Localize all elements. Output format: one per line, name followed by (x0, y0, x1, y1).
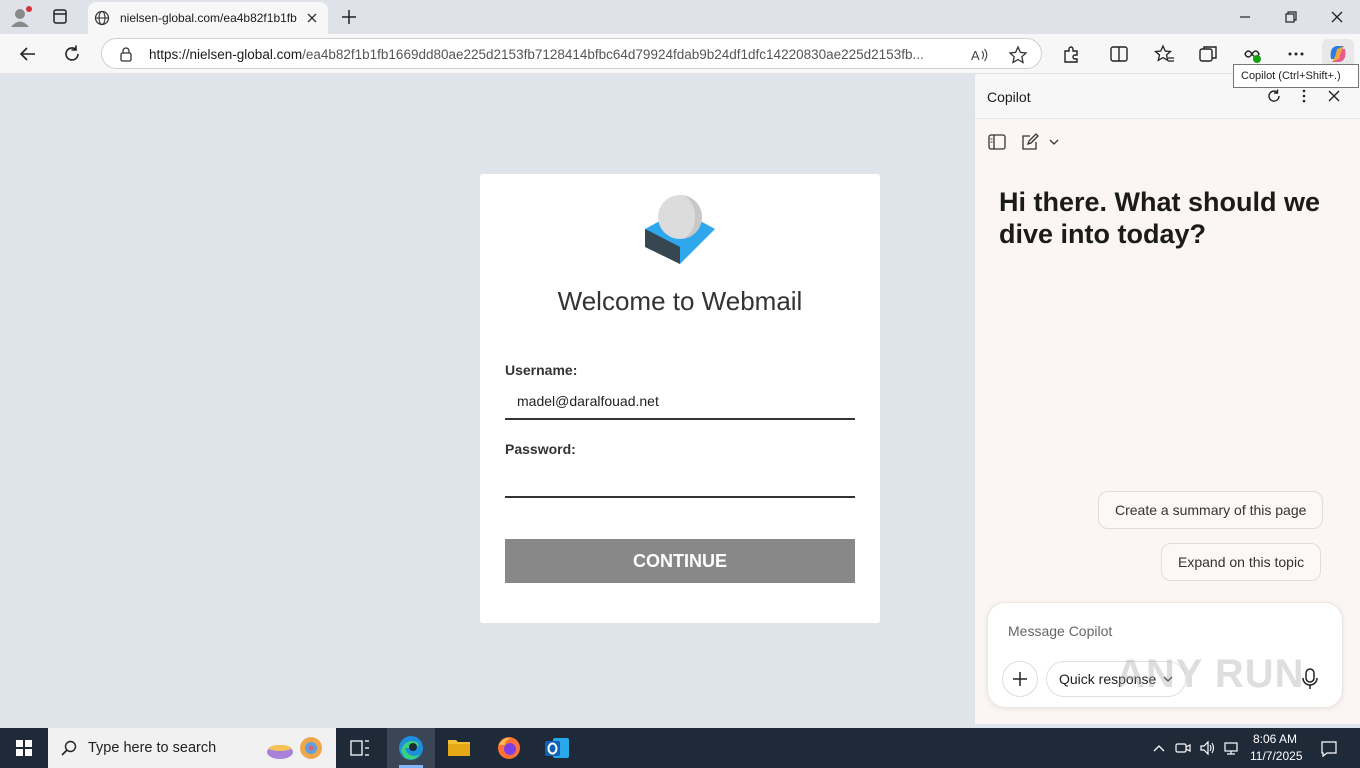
web-page-content: Welcome to Webmail Username: Password: C… (4, 74, 974, 724)
tab-actions-icon[interactable] (46, 5, 74, 29)
copilot-title: Copilot (987, 89, 1031, 105)
extensions-icon[interactable] (1060, 43, 1082, 65)
refresh-button[interactable] (61, 43, 83, 65)
sidebar-toggle-icon[interactable] (987, 132, 1007, 152)
browser-essentials-icon[interactable] (1241, 43, 1263, 65)
task-view-icon[interactable] (336, 728, 384, 768)
copilot-pane: Copilot Hi there. What should we dive in… (974, 74, 1360, 724)
new-tab-button[interactable] (338, 6, 360, 28)
close-window-button[interactable] (1326, 6, 1348, 28)
browser-toolbar: https://nielsen-global.com/ea4b82f1b1fb1… (0, 34, 1360, 74)
meet-now-icon[interactable] (1175, 740, 1191, 756)
favorite-star-icon[interactable] (1008, 45, 1028, 65)
firefox-icon[interactable] (485, 728, 533, 768)
notifications-icon[interactable] (1320, 740, 1338, 758)
close-tab-icon[interactable] (304, 10, 320, 26)
continue-button[interactable]: CONTINUE (505, 539, 855, 583)
address-bar[interactable]: https://nielsen-global.com/ea4b82f1b1fb1… (101, 38, 1042, 69)
copilot-greeting: Hi there. What should we dive into today… (999, 187, 1321, 249)
browser-tab-active[interactable]: nielsen-global.com/ea4b82f1b1fb (88, 2, 328, 34)
username-input[interactable] (505, 384, 855, 420)
anyrun-watermark: ANY RUN (1116, 652, 1305, 696)
search-icon (60, 739, 78, 757)
split-screen-icon[interactable] (1108, 43, 1130, 65)
url-text: https://nielsen-global.com/ea4b82f1b1fb1… (149, 47, 924, 62)
search-highlight-icon (264, 732, 330, 764)
message-input[interactable] (1008, 619, 1308, 643)
site-info-icon[interactable] (118, 46, 134, 62)
volume-icon[interactable] (1199, 740, 1215, 756)
restore-button[interactable] (1280, 6, 1302, 28)
outlook-icon[interactable] (533, 728, 581, 768)
login-card: Welcome to Webmail Username: Password: C… (480, 174, 880, 623)
password-label: Password: (505, 441, 576, 457)
network-icon[interactable] (1223, 740, 1239, 756)
browser-tab-strip: nielsen-global.com/ea4b82f1b1fb (0, 0, 1360, 34)
username-label: Username: (505, 362, 578, 378)
globe-icon (94, 10, 110, 26)
windows-taskbar: Type here to search 8:06 AM 11/7/2025 (0, 728, 1360, 768)
close-pane-icon[interactable] (1326, 88, 1342, 104)
pane-more-icon[interactable] (1296, 88, 1312, 104)
collections-icon[interactable] (1197, 43, 1219, 65)
start-button[interactable] (0, 728, 48, 768)
file-explorer-icon[interactable] (435, 728, 483, 768)
search-placeholder: Type here to search (88, 740, 217, 756)
edge-taskbar-icon[interactable] (387, 728, 435, 768)
taskbar-search[interactable]: Type here to search (48, 728, 336, 768)
profile-icon[interactable] (8, 5, 34, 29)
chevron-up-icon[interactable] (1151, 740, 1167, 756)
tab-title: nielsen-global.com/ea4b82f1b1fb (120, 11, 297, 25)
chevron-down-icon[interactable] (1047, 132, 1061, 152)
webmail-logo (643, 192, 717, 266)
favorites-icon[interactable] (1153, 43, 1175, 65)
clock-date: 11/7/2025 (1250, 749, 1303, 763)
new-chat-icon[interactable] (1020, 132, 1040, 152)
suggestion-expand[interactable]: Expand on this topic (1161, 543, 1322, 581)
more-options-icon[interactable] (1285, 43, 1307, 65)
read-aloud-icon[interactable]: A (970, 45, 990, 65)
clock-time: 8:06 AM (1252, 732, 1298, 746)
minimize-button[interactable] (1234, 6, 1256, 28)
password-input[interactable] (505, 462, 855, 498)
back-button[interactable] (17, 43, 39, 65)
svg-text:A: A (971, 48, 980, 63)
login-title: Welcome to Webmail (557, 286, 803, 316)
refresh-chat-icon[interactable] (1266, 88, 1282, 104)
copilot-tooltip: Copilot (Ctrl+Shift+.) (1233, 64, 1359, 88)
taskbar-clock[interactable]: 8:06 AM 11/7/2025 (1250, 731, 1303, 765)
add-attachment-button[interactable] (1002, 661, 1038, 697)
suggestion-summary[interactable]: Create a summary of this page (1098, 491, 1324, 529)
